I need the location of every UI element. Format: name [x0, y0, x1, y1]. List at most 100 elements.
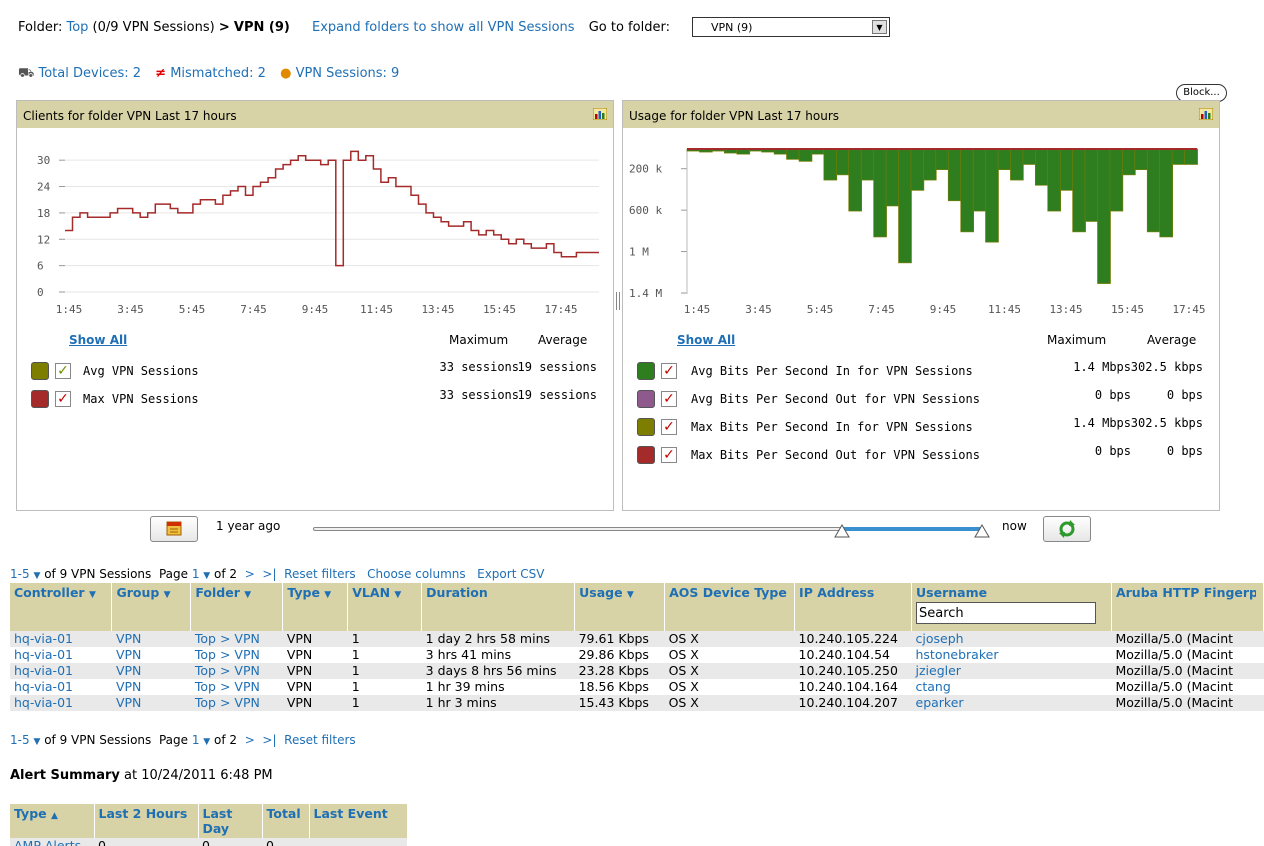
alert-col-last-event[interactable]: Last Event [309, 804, 408, 838]
col-aos-device-type[interactable]: AOS Device Type [664, 583, 796, 631]
legend-checkbox[interactable]: ✓ [661, 391, 677, 407]
col-type[interactable]: Type ▼ [282, 583, 349, 631]
export-csv-link[interactable]: Export CSV [477, 567, 544, 581]
table-row[interactable]: hq-via-01 VPN Top > VPN VPN 1 1 hr 39 mins 18.… [10, 679, 1264, 695]
alert-col-last-2-hours[interactable]: Last 2 Hours [94, 804, 199, 838]
legend-color-swatch[interactable] [637, 390, 655, 408]
cell-username[interactable]: ctang [912, 679, 1112, 695]
slider-handle-right[interactable] [974, 524, 990, 538]
x-tick-label: 9:45 [302, 303, 329, 316]
panel-splitter[interactable] [616, 292, 620, 310]
cell-controller[interactable]: hq-via-01 [10, 647, 112, 663]
pager-next[interactable]: > [245, 567, 255, 581]
cell-username[interactable]: cjoseph [911, 631, 1112, 647]
alert-col-last-day[interactable]: Last Day [198, 804, 263, 838]
legend-color-swatch[interactable] [637, 446, 655, 464]
cell-username[interactable]: jziegler [911, 663, 1112, 679]
reset-filters-link[interactable]: Reset filters [284, 567, 356, 581]
cell-username[interactable]: hstonebraker [912, 647, 1112, 663]
cell-controller[interactable]: hq-via-01 [10, 631, 112, 647]
alert-col-total[interactable]: Total [262, 804, 310, 838]
col-username[interactable]: Username Search [911, 583, 1112, 631]
legend-checkbox[interactable]: ✓ [55, 363, 71, 379]
usage-show-all-link[interactable]: Show All [677, 333, 735, 347]
col-usage[interactable]: Usage ▼ [574, 583, 666, 631]
cell-group[interactable]: VPN [111, 663, 191, 679]
total-devices[interactable]: ⛟ Total Devices: 2 [18, 66, 145, 81]
cell-controller[interactable]: hq-via-01 [10, 679, 112, 695]
col-controller[interactable]: Controller ▼ [10, 583, 113, 631]
cell-group[interactable]: VPN [112, 647, 191, 663]
col-ip-address[interactable]: IP Address [794, 583, 912, 631]
slider-handle-left[interactable] [834, 524, 850, 538]
chevron-down-icon[interactable]: ▼ [872, 20, 887, 34]
filter-icon[interactable]: ▼ [324, 590, 331, 600]
cell-folder[interactable]: Top > VPN [191, 647, 283, 663]
table-row[interactable]: hq-via-01 VPN Top > VPN VPN 1 1 day 2 hrs 58 … [10, 631, 1264, 647]
folder-top-link[interactable]: Top [66, 20, 88, 35]
filter-icon[interactable]: ▼ [244, 590, 251, 600]
cell-controller[interactable]: hq-via-01 [10, 695, 112, 711]
chevron-down-icon[interactable]: ▼ [203, 571, 210, 581]
col-duration[interactable]: Duration [421, 583, 576, 631]
col-vlan[interactable]: VLAN ▼ [347, 583, 423, 631]
alert-col-type[interactable]: Type ▲ [10, 804, 95, 838]
goto-folder-select[interactable]: VPN (9) ▼ [692, 17, 890, 37]
legend-checkbox[interactable]: ✓ [661, 363, 677, 379]
cell-folder[interactable]: Top > VPN [190, 631, 283, 647]
table-row[interactable]: hq-via-01 VPN Top > VPN VPN 1 3 days 8 hrs 56… [10, 663, 1264, 679]
filter-icon[interactable]: ▼ [394, 590, 401, 600]
pager-bottom: 1-5 ▼ of 9 VPN Sessions Page 1 ▼ of 2 > … [10, 733, 356, 747]
legend-color-swatch[interactable] [637, 418, 655, 436]
vpn-sessions[interactable]: ● VPN Sessions: 9 [280, 66, 399, 81]
pager-last[interactable]: >| [262, 567, 276, 581]
bar-chart-icon[interactable] [593, 108, 607, 120]
legend-checkbox[interactable]: ✓ [661, 447, 677, 463]
col-group[interactable]: Group ▼ [111, 583, 192, 631]
legend-checkbox[interactable]: ✓ [55, 391, 71, 407]
cell-folder[interactable]: Top > VPN [190, 663, 283, 679]
filter-icon[interactable]: ▼ [164, 590, 171, 600]
pager-next[interactable]: > [245, 733, 255, 747]
mismatched-link[interactable]: Mismatched: 2 [170, 66, 266, 81]
chevron-down-icon[interactable]: ▼ [33, 737, 40, 747]
pager-last[interactable]: >| [262, 733, 276, 747]
legend-color-swatch[interactable] [31, 390, 49, 408]
cell-folder[interactable]: Top > VPN [190, 695, 283, 711]
table-row[interactable]: hq-via-01 VPN Top > VPN VPN 1 1 hr 3 mins 15.4… [10, 695, 1264, 711]
pager-range[interactable]: 1-5 [10, 733, 30, 747]
reset-filters-link[interactable]: Reset filters [284, 733, 356, 747]
legend-checkbox[interactable]: ✓ [661, 419, 677, 435]
clients-show-all-link[interactable]: Show All [69, 333, 127, 347]
username-search-input[interactable]: Search [916, 602, 1096, 624]
legend-color-swatch[interactable] [637, 362, 655, 380]
col-folder[interactable]: Folder ▼ [190, 583, 284, 631]
bar-chart-icon[interactable] [1199, 108, 1213, 120]
sort-desc-icon[interactable]: ▼ [627, 590, 634, 600]
calendar-button[interactable] [150, 516, 198, 542]
cell-group[interactable]: VPN [111, 695, 191, 711]
pager-range[interactable]: 1-5 [10, 567, 30, 581]
pager-page[interactable]: 1 [192, 733, 200, 747]
cell-group[interactable]: VPN [112, 679, 191, 695]
cell-username[interactable]: eparker [911, 695, 1112, 711]
total-devices-link[interactable]: Total Devices: 2 [39, 66, 142, 81]
pager-page[interactable]: 1 [192, 567, 200, 581]
legend-color-swatch[interactable] [31, 362, 49, 380]
mismatched[interactable]: ≠ Mismatched: 2 [155, 66, 270, 81]
filter-icon[interactable]: ▼ [89, 590, 96, 600]
chevron-down-icon[interactable]: ▼ [33, 571, 40, 581]
alert-type-link[interactable]: AMP Alerts [10, 838, 94, 846]
vpn-sessions-link[interactable]: VPN Sessions: 9 [296, 66, 400, 81]
choose-columns-link[interactable]: Choose columns [367, 567, 466, 581]
cell-folder[interactable]: Top > VPN [191, 679, 283, 695]
sort-asc-icon[interactable]: ▲ [51, 811, 58, 821]
cell-controller[interactable]: hq-via-01 [10, 663, 112, 679]
refresh-button[interactable] [1043, 516, 1091, 542]
col-aruba-http-fingerprint[interactable]: Aruba HTTP Fingerprint [1111, 583, 1264, 631]
chevron-down-icon[interactable]: ▼ [203, 737, 210, 747]
area-bar [1097, 148, 1111, 284]
table-row[interactable]: hq-via-01 VPN Top > VPN VPN 1 3 hrs 41 mins 29… [10, 647, 1264, 663]
cell-group[interactable]: VPN [111, 631, 191, 647]
expand-folders-link[interactable]: Expand folders to show all VPN Sessions [312, 20, 575, 35]
